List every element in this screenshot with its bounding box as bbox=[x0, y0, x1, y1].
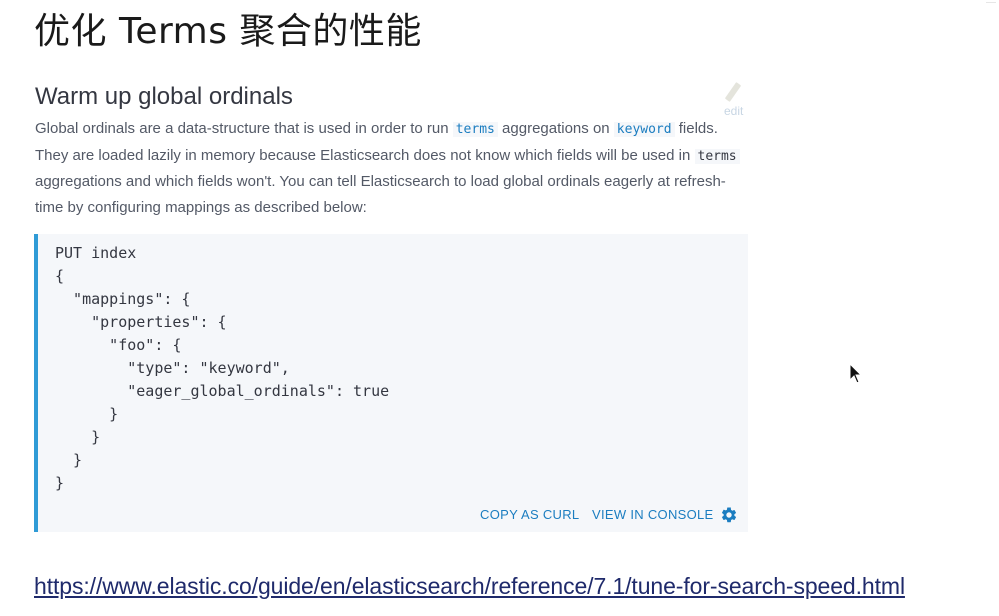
description-paragraph: Global ordinals are a data-structure tha… bbox=[35, 116, 747, 220]
paragraph-text: aggregations on bbox=[497, 120, 614, 137]
view-in-console-button[interactable]: VIEW IN CONSOLE bbox=[592, 507, 714, 522]
reference-link[interactable]: https://www.elastic.co/guide/en/elastics… bbox=[34, 570, 905, 602]
code-line: "type": "keyword", bbox=[55, 359, 290, 377]
paragraph-text: Global ordinals are a data-structure tha… bbox=[35, 120, 453, 137]
section-heading: Warm up global ordinals bbox=[35, 83, 293, 110]
code-line: "eager_global_ordinals": true bbox=[55, 382, 390, 400]
code-line: PUT index bbox=[55, 244, 137, 262]
inline-code-terms: terms bbox=[694, 148, 740, 164]
slide-title: 优化 Terms 聚合的性能 bbox=[34, 11, 422, 52]
code-content: PUT index { "mappings": { "properties": {… bbox=[55, 242, 389, 495]
copy-as-curl-button[interactable]: COPY AS CURL bbox=[480, 507, 579, 522]
console-settings-button[interactable] bbox=[720, 506, 738, 524]
keyword-field-link[interactable]: keyword bbox=[613, 122, 675, 137]
code-line: } bbox=[55, 405, 119, 423]
code-line: "foo": { bbox=[55, 336, 182, 354]
code-toolbar: COPY AS CURL VIEW IN CONSOLE bbox=[38, 500, 748, 532]
paragraph-text: aggregations and which fields won't. You… bbox=[35, 173, 726, 216]
code-line: } bbox=[55, 428, 101, 446]
code-line: } bbox=[55, 474, 65, 492]
code-line: } bbox=[55, 451, 83, 469]
terms-aggregation-link[interactable]: terms bbox=[452, 122, 498, 137]
code-line: "mappings": { bbox=[55, 290, 191, 308]
mouse-cursor-icon bbox=[849, 363, 863, 384]
code-snippet: PUT index { "mappings": { "properties": {… bbox=[34, 234, 748, 532]
code-line: "properties": { bbox=[55, 313, 227, 331]
gear-icon bbox=[722, 507, 737, 523]
code-line: { bbox=[55, 267, 65, 285]
pencil-icon bbox=[724, 82, 742, 102]
corner-divider bbox=[986, 2, 996, 9]
